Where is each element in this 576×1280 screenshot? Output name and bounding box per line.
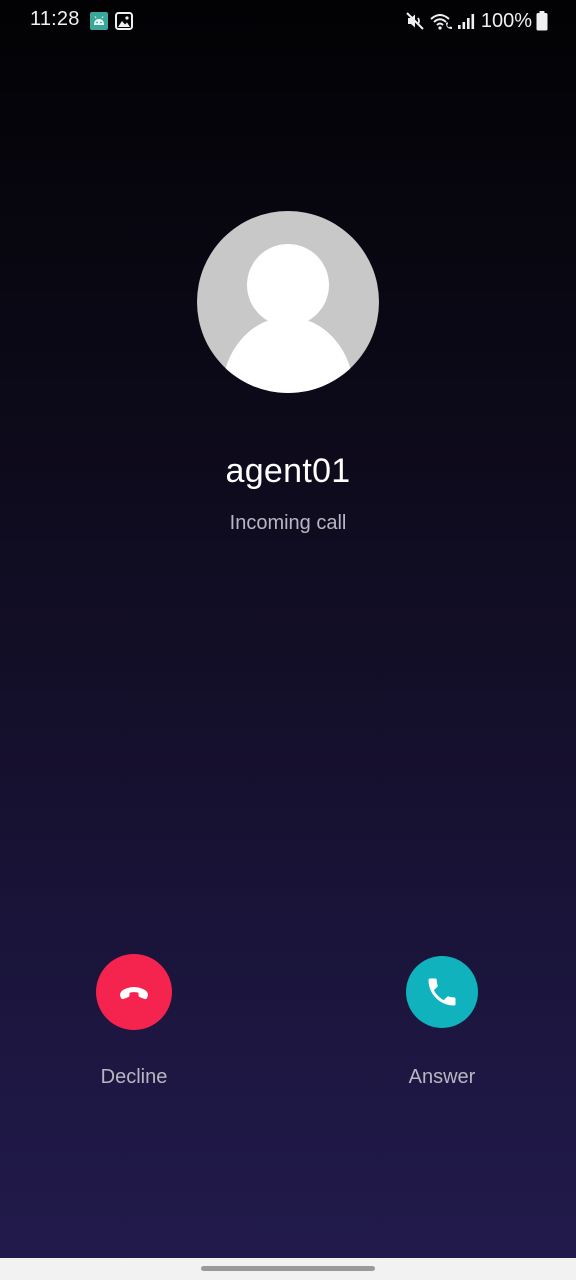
- phone-icon: [428, 978, 456, 1006]
- status-time: 11:28: [30, 8, 80, 30]
- caller-avatar: [197, 211, 379, 393]
- answer-label: Answer: [408, 1066, 476, 1088]
- status-icons: 100%: [405, 8, 548, 34]
- phone-hangup-icon: [120, 987, 148, 1000]
- decline-action: Decline: [54, 954, 214, 1089]
- call-status: Incoming call: [229, 512, 347, 534]
- answer-button[interactable]: [406, 956, 478, 1028]
- battery-icon: [536, 11, 548, 31]
- wifi-calling-icon: [429, 11, 453, 31]
- answer-action: Answer: [362, 954, 522, 1089]
- signal-icon: [457, 12, 475, 30]
- home-handle[interactable]: [201, 1266, 375, 1271]
- decline-button[interactable]: [96, 954, 172, 1030]
- person-icon: [222, 244, 354, 393]
- caller-name: agent01: [225, 452, 351, 490]
- navigation-bar: [0, 1258, 576, 1280]
- decline-label: Decline: [100, 1066, 168, 1088]
- battery-percent: 100%: [480, 9, 532, 32]
- android-app-icon: [90, 12, 108, 30]
- mute-icon: [405, 11, 425, 31]
- gallery-icon: [115, 12, 133, 30]
- status-bar: 11:28 100%: [0, 0, 576, 42]
